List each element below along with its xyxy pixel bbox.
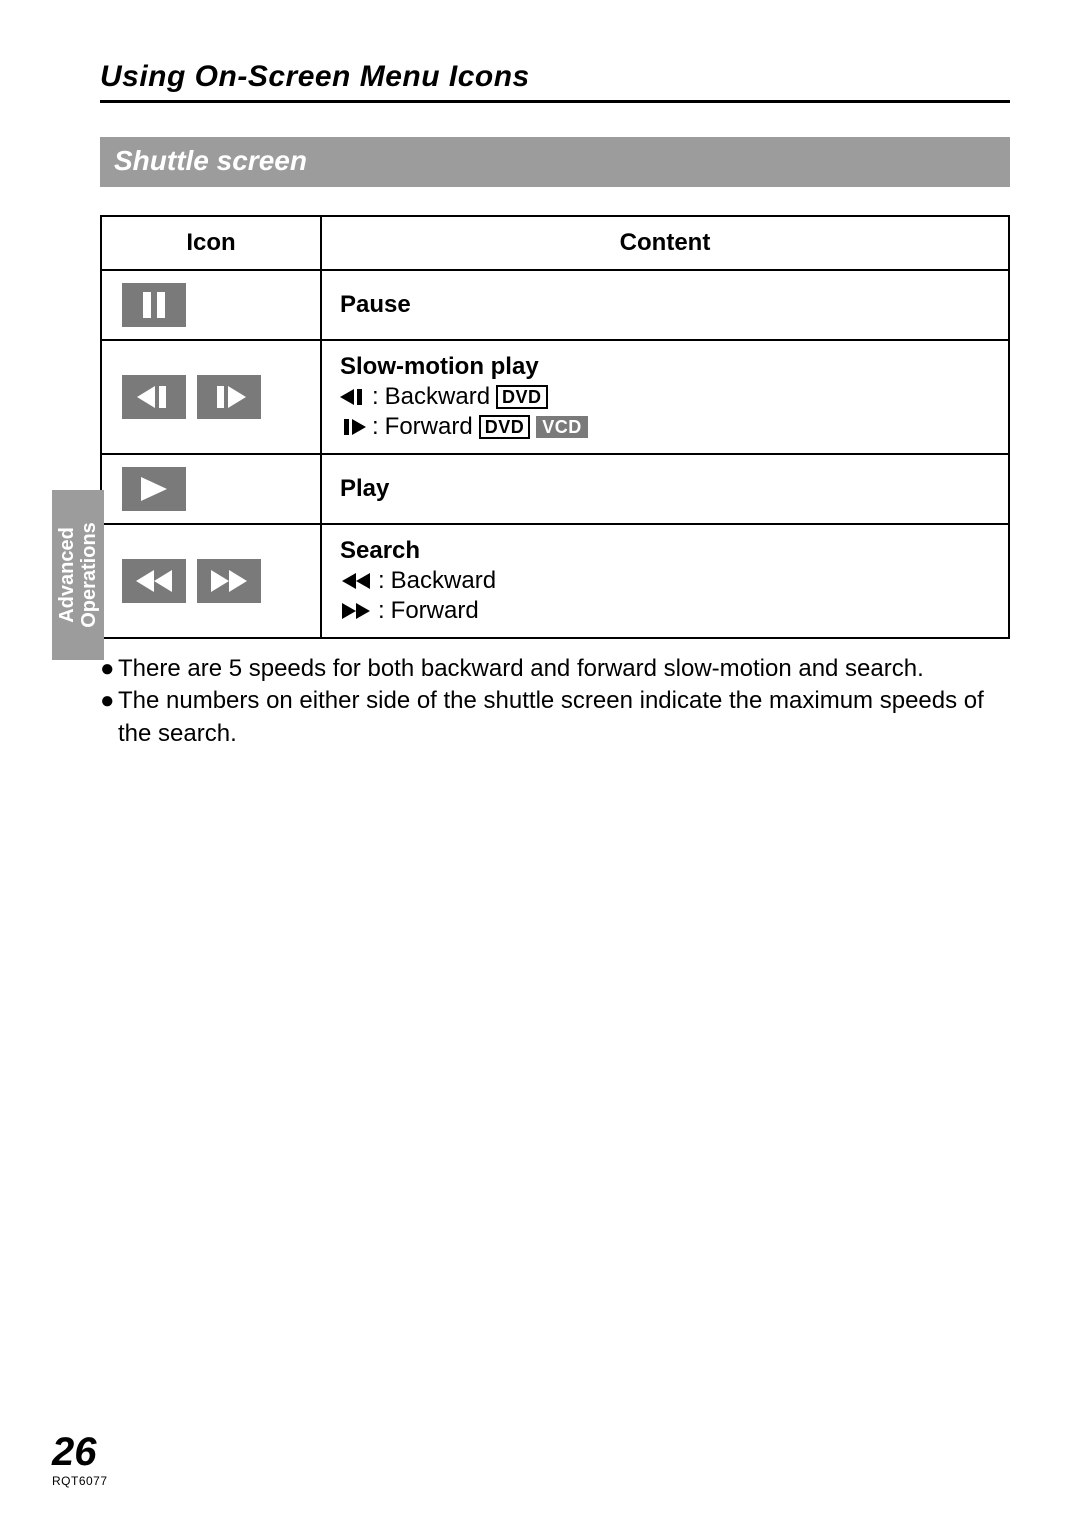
shuttle-table: Icon Content Pause — [100, 215, 1010, 639]
slow-forward-line: : Forward DVD VCD — [340, 413, 990, 441]
search-backward-line: : Backward — [340, 567, 990, 595]
table-row: Search : Backward — [101, 524, 1009, 638]
slow-forward-symbol-icon — [340, 419, 366, 435]
row-title-search: Search — [340, 537, 990, 565]
fast-forward-symbol-icon — [340, 603, 372, 619]
play-icon — [122, 467, 186, 511]
page-footer: 26 RQT6077 — [52, 1432, 108, 1488]
table-row: Pause — [101, 270, 1009, 340]
rewind-icon — [122, 559, 186, 603]
pause-icon — [122, 283, 186, 327]
slow-backward-line: : Backward DVD — [340, 383, 990, 411]
search-backward-text: Backward — [391, 567, 496, 595]
note-2: The numbers on either side of the shuttl… — [118, 685, 1010, 750]
doc-code: RQT6077 — [52, 1474, 108, 1488]
side-tab-line1: Advanced — [56, 527, 78, 623]
vcd-badge: VCD — [536, 416, 588, 438]
slow-backward-icon — [122, 375, 186, 419]
col-header-content: Content — [321, 216, 1009, 270]
side-tab-line2: Operations — [78, 522, 100, 628]
page-number: 26 — [52, 1432, 108, 1472]
side-tab: Advanced Operations — [52, 490, 104, 660]
slow-forward-icon — [197, 375, 261, 419]
search-forward-text: Forward — [391, 597, 479, 625]
note-1: There are 5 speeds for both backward and… — [118, 653, 924, 685]
col-header-icon: Icon — [101, 216, 321, 270]
fast-forward-icon — [197, 559, 261, 603]
slow-backward-text: Backward — [385, 383, 490, 411]
row-title-pause: Pause — [340, 291, 990, 319]
search-forward-line: : Forward — [340, 597, 990, 625]
rewind-symbol-icon — [340, 573, 372, 589]
table-row: Slow-motion play : Backward DVD — [101, 340, 1009, 454]
slow-forward-text: Forward — [385, 413, 473, 441]
slow-backward-symbol-icon — [340, 389, 366, 405]
table-row: Play — [101, 454, 1009, 524]
row-title-play: Play — [340, 475, 990, 503]
dvd-badge: DVD — [479, 415, 531, 439]
notes-list: ●There are 5 speeds for both backward an… — [100, 653, 1010, 750]
row-title-slow: Slow-motion play — [340, 353, 990, 381]
section-title-bar: Shuttle screen — [100, 137, 1010, 187]
page-heading: Using On-Screen Menu Icons — [100, 60, 1010, 103]
dvd-badge: DVD — [496, 385, 548, 409]
